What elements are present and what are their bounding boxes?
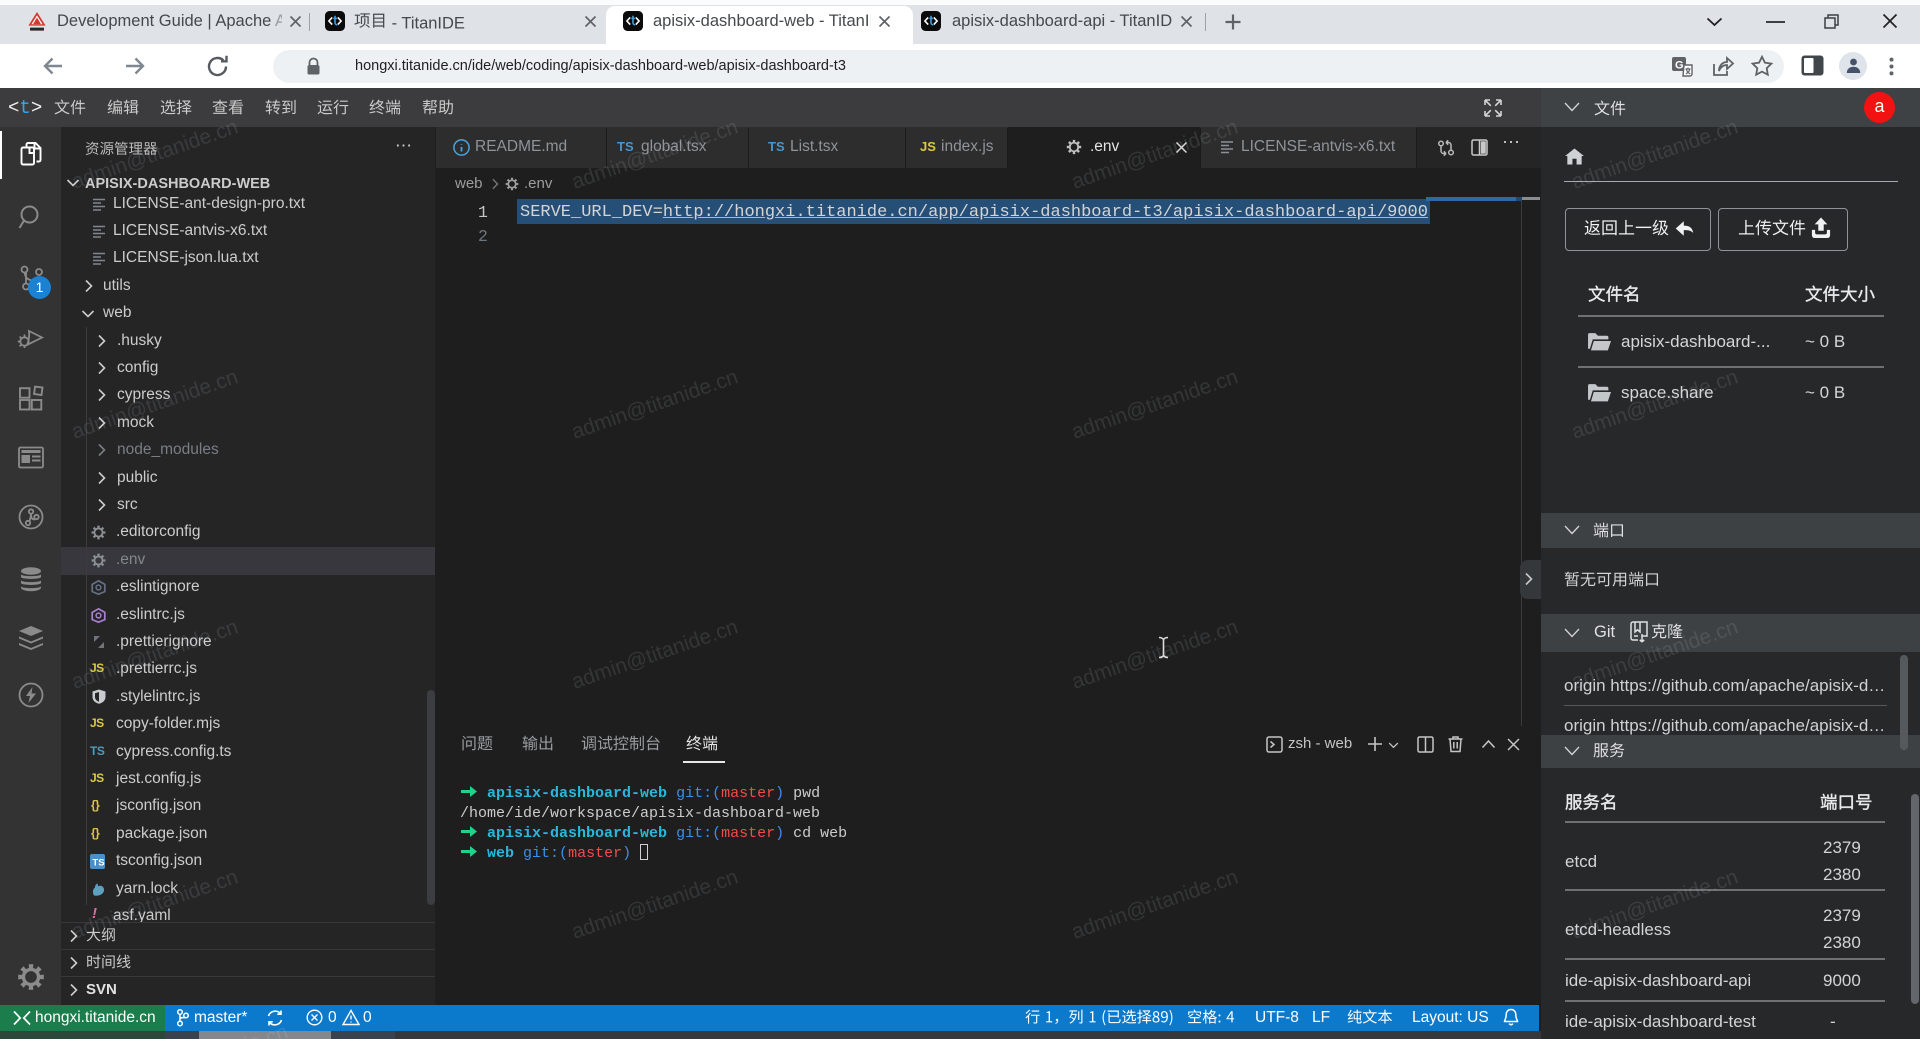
svg-text:G: G	[1675, 60, 1684, 72]
svg-text:TS: TS	[92, 858, 104, 869]
